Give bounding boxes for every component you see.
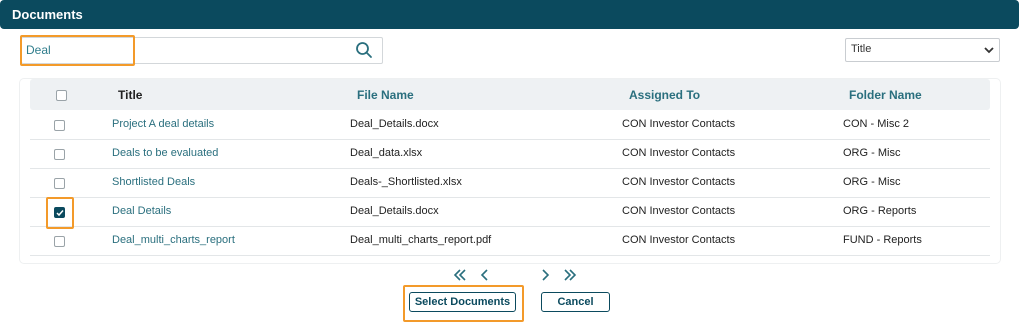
row-title-link[interactable]: Project A deal details <box>112 118 214 130</box>
column-header-folder-name[interactable]: Folder Name <box>849 88 922 102</box>
last-page-icon[interactable] <box>562 267 578 283</box>
table-row[interactable]: Deals to be evaluated Deal_data.xlsx CON… <box>30 139 990 169</box>
row-file-name: Deal_data.xlsx <box>350 147 423 159</box>
row-assigned-to: CON Investor Contacts <box>622 205 736 217</box>
select-all-checkbox[interactable] <box>56 90 67 101</box>
row-folder-name: FUND - Reports <box>843 234 922 246</box>
row-assigned-to: CON Investor Contacts <box>622 176 736 188</box>
row-folder-name: CON - Misc 2 <box>843 118 909 130</box>
sort-select-value: Title <box>851 43 872 55</box>
table-row[interactable]: Deal Details Deal_Details.docx CON Inves… <box>30 197 990 227</box>
row-checkbox[interactable] <box>54 236 65 247</box>
next-page-icon[interactable] <box>537 267 553 283</box>
table-row[interactable]: Project A deal details Deal_Details.docx… <box>30 110 990 140</box>
row-checkbox[interactable] <box>54 178 65 189</box>
first-page-icon[interactable] <box>452 267 468 283</box>
row-file-name: Deal_Details.docx <box>350 205 439 217</box>
table-header-row: Title File Name Assigned To Folder Name <box>30 79 990 110</box>
sort-select[interactable]: Title <box>845 38 1000 62</box>
column-header-assigned-to[interactable]: Assigned To <box>629 88 700 102</box>
row-assigned-to: CON Investor Contacts <box>622 147 736 159</box>
chevron-down-icon <box>984 47 994 54</box>
row-folder-name: ORG - Reports <box>843 205 917 217</box>
search-highlight-box <box>20 35 135 66</box>
table-row[interactable]: Shortlisted Deals Deals-_Shortlisted.xls… <box>30 168 990 198</box>
row-checkbox[interactable] <box>54 149 65 160</box>
row-file-name: Deal_Details.docx <box>350 118 439 130</box>
row-assigned-to: CON Investor Contacts <box>622 118 736 130</box>
button-highlight-box <box>403 285 524 322</box>
cancel-button[interactable]: Cancel <box>541 292 610 312</box>
row-folder-name: ORG - Misc <box>843 176 901 188</box>
row-file-name: Deal_multi_charts_report.pdf <box>350 234 492 246</box>
search-icon[interactable] <box>355 41 373 59</box>
row-file-name: Deals-_Shortlisted.xlsx <box>350 176 462 188</box>
row-folder-name: ORG - Misc <box>843 147 901 159</box>
column-header-file-name[interactable]: File Name <box>357 88 414 102</box>
row-title-link[interactable]: Deal_multi_charts_report <box>112 234 235 246</box>
previous-page-icon[interactable] <box>477 267 493 283</box>
row-assigned-to: CON Investor Contacts <box>622 234 736 246</box>
column-header-title[interactable]: Title <box>118 88 142 102</box>
row-title-link[interactable]: Deal Details <box>112 205 171 217</box>
row-title-link[interactable]: Deals to be evaluated <box>112 147 218 159</box>
checkbox-highlight-box <box>46 197 74 229</box>
table-row[interactable]: Deal_multi_charts_report Deal_multi_char… <box>30 226 990 256</box>
dialog-title: Documents <box>12 7 83 22</box>
documents-table: Title File Name Assigned To Folder Name … <box>20 79 1000 263</box>
dialog-header: Documents <box>0 0 1019 29</box>
row-title-link[interactable]: Shortlisted Deals <box>112 176 195 188</box>
row-checkbox[interactable] <box>54 120 65 131</box>
